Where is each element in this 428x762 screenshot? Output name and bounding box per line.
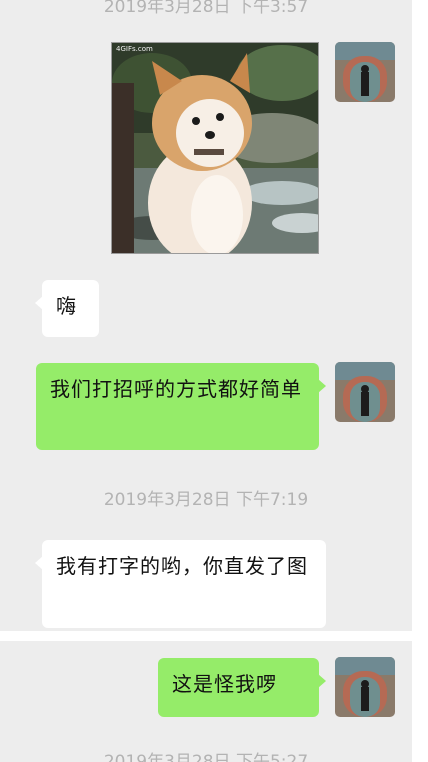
message-text: 这是怪我啰 <box>172 672 277 696</box>
message-text: 我有打字的哟，你直发了图 <box>56 554 308 578</box>
message-timestamp: 2019年3月28日 下午5:27 <box>103 752 309 762</box>
message-bubble-incoming[interactable]: 我有打字的哟，你直发了图 <box>35 540 326 628</box>
message-text: 嗨 <box>56 294 77 318</box>
message-bubble-incoming[interactable]: 嗨 <box>35 280 99 337</box>
chat-panel-top[interactable]: 2019年3月28日 下午3:57 4GIFs.com 嗨 我们打招呼的方式都好… <box>0 0 412 631</box>
user-avatar-icon <box>335 657 395 717</box>
my-avatar[interactable] <box>335 657 395 717</box>
message-bubble-outgoing[interactable]: 我们打招呼的方式都好简单 <box>36 363 326 450</box>
my-avatar[interactable] <box>335 42 395 102</box>
dog-photo-message[interactable]: 4GIFs.com <box>111 42 319 254</box>
gif-watermark: 4GIFs.com <box>116 45 153 53</box>
chat-panel-bottom[interactable]: 这是怪我啰 2019年3月28日 下午5:27 <box>0 641 412 762</box>
user-avatar-icon <box>335 42 395 102</box>
message-timestamp: 2019年3月28日 下午7:19 <box>103 490 309 510</box>
dog-photo <box>112 43 318 253</box>
user-avatar-icon <box>335 362 395 422</box>
message-timestamp: 2019年3月28日 下午3:57 <box>103 0 309 17</box>
my-avatar[interactable] <box>335 362 395 422</box>
message-bubble-outgoing[interactable]: 这是怪我啰 <box>158 658 326 717</box>
message-text: 我们打招呼的方式都好简单 <box>50 377 302 401</box>
